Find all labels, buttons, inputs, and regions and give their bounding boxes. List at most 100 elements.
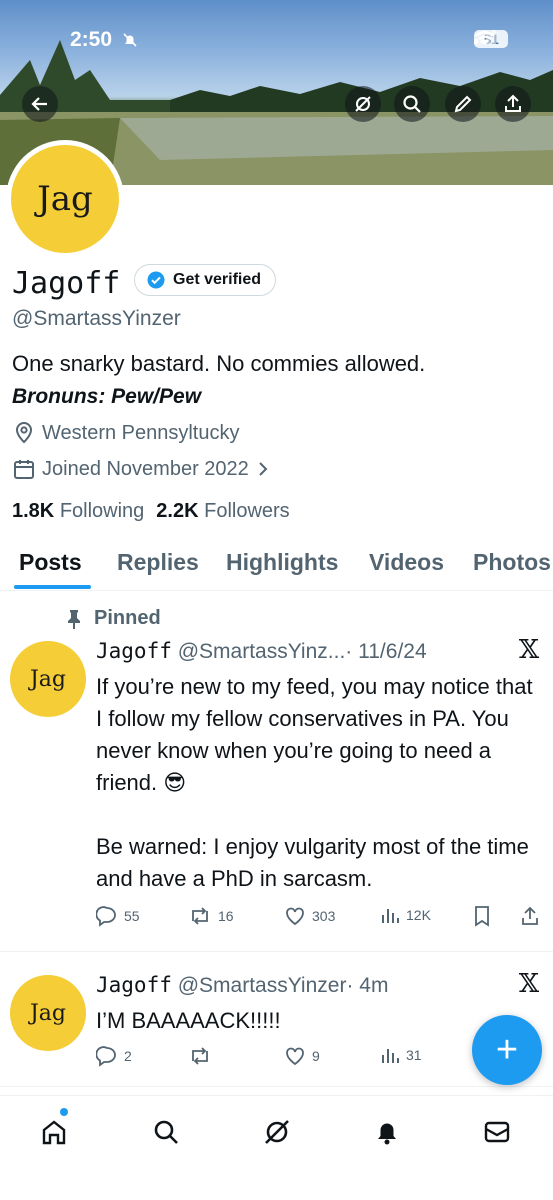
verified-badge-icon: [147, 271, 165, 289]
views-button[interactable]: 31: [380, 1045, 422, 1065]
nav-notifications[interactable]: [367, 1112, 407, 1152]
like-count: 303: [312, 908, 336, 924]
home-icon: [42, 1120, 66, 1145]
edit-button[interactable]: [445, 86, 481, 122]
views-count: 12K: [406, 907, 431, 923]
post-time: · 4m: [346, 974, 389, 997]
calendar-icon: [14, 460, 34, 479]
tab-highlights[interactable]: Highlights: [226, 549, 338, 576]
back-button[interactable]: [22, 86, 58, 122]
get-verified-button[interactable]: Get verified: [134, 264, 277, 296]
profile-location: Western Pennsyltucky: [12, 421, 240, 445]
status-time: 2:50: [70, 28, 113, 51]
following-link[interactable]: 1.8K Following: [12, 500, 144, 523]
profile-pronouns: Bronuns: Pew/Pew: [12, 385, 202, 408]
following-count: 1.8K: [12, 500, 55, 522]
post-text: If you’re new to my feed, you may notice…: [96, 674, 533, 891]
views-chart-icon: [382, 909, 399, 923]
post-avatar[interactable]: Jag: [10, 641, 86, 717]
profile-name: Jagoff: [12, 266, 121, 301]
bell-icon: [378, 1123, 396, 1145]
like-count: 9: [312, 1048, 320, 1064]
share-icon: [522, 906, 538, 925]
follow-stats: 1.8K Following 2.2K Followers: [12, 500, 290, 523]
search-icon: [403, 95, 421, 113]
profile-avatar[interactable]: Jag: [6, 140, 124, 258]
nav-messages[interactable]: [477, 1112, 517, 1152]
plus-icon: +: [495, 1028, 519, 1071]
wifi-icon: [475, 31, 495, 45]
post-header: Jagoff @SmartassYinz...· 11/6/24: [96, 639, 427, 664]
tab-photos[interactable]: Photos: [473, 549, 551, 576]
reply-count: 2: [124, 1048, 132, 1064]
post-author-name[interactable]: Jagoff: [96, 973, 172, 997]
following-label: Following: [59, 500, 145, 522]
profile-handle: @SmartassYinzer: [12, 307, 181, 330]
post-item[interactable]: Jag Jagoff @SmartassYinzer· 4m 𝕏 I’M BAA…: [0, 953, 553, 1087]
compose-post-button[interactable]: +: [472, 1015, 542, 1085]
back-arrow-icon: [31, 97, 47, 111]
avatar-initials: Jag: [11, 145, 119, 253]
status-bar: 2:50 81: [0, 22, 553, 62]
repost-button[interactable]: 16: [188, 905, 234, 927]
tab-posts[interactable]: Posts: [19, 549, 82, 576]
search-button[interactable]: [394, 86, 430, 122]
nav-search[interactable]: [146, 1112, 186, 1152]
location-text: Western Pennsyltucky: [42, 421, 240, 444]
tab-replies[interactable]: Replies: [117, 549, 199, 576]
like-button[interactable]: 303: [284, 905, 335, 927]
active-tab-indicator: [14, 585, 91, 589]
followers-link[interactable]: 2.2K Followers: [156, 500, 289, 523]
profile-joined[interactable]: Joined November 2022: [12, 457, 271, 481]
repost-icon: [192, 1047, 208, 1065]
like-button[interactable]: 9: [284, 1045, 320, 1067]
share-button[interactable]: [495, 86, 531, 122]
repost-button[interactable]: [188, 1045, 218, 1067]
bookmark-icon: [475, 906, 489, 927]
reply-button[interactable]: 55: [96, 905, 140, 927]
grok-button[interactable]: [345, 86, 381, 122]
notification-dot: [60, 1108, 68, 1116]
followers-count: 2.2K: [156, 500, 199, 522]
views-chart-icon: [382, 1049, 399, 1063]
share-icon: [505, 94, 521, 112]
x-logo-icon[interactable]: 𝕏: [519, 635, 539, 665]
pin-icon: [68, 609, 80, 629]
search-icon: [154, 1120, 178, 1144]
grok-icon: [265, 1120, 289, 1144]
joined-text: Joined November 2022: [42, 457, 249, 480]
chevron-right-icon: [259, 462, 268, 476]
views-count: 31: [406, 1047, 422, 1063]
bookmark-button[interactable]: [472, 905, 492, 927]
tab-videos[interactable]: Videos: [369, 549, 444, 576]
post-header: Jagoff @SmartassYinzer· 4m: [96, 973, 388, 998]
post-item[interactable]: Pinned Jag Jagoff @SmartassYinz...· 11/6…: [0, 591, 553, 952]
nav-home[interactable]: [34, 1112, 74, 1152]
mail-icon: [484, 1121, 510, 1143]
repost-icon: [192, 907, 208, 925]
followers-label: Followers: [204, 500, 290, 522]
grok-icon: [355, 96, 371, 112]
x-logo-icon[interactable]: 𝕏: [519, 969, 539, 999]
heart-icon: [286, 907, 304, 926]
bottom-navigation: [0, 1095, 553, 1200]
pinned-label: Pinned: [94, 607, 161, 629]
post-author-name[interactable]: Jagoff: [96, 639, 172, 663]
post-time: · 11/6/24: [345, 640, 427, 663]
reply-icon: [96, 906, 116, 927]
reply-icon: [96, 1046, 116, 1067]
profile-bio: One snarky bastard. No commies allowed.: [12, 351, 426, 376]
repost-count: 16: [218, 908, 234, 924]
pinned-indicator: Pinned: [64, 607, 161, 630]
views-button[interactable]: 12K: [380, 905, 431, 925]
post-share-button[interactable]: [520, 905, 540, 927]
pencil-icon: [454, 95, 472, 113]
post-actions: 55 16 303 12K: [96, 905, 544, 929]
heart-icon: [286, 1047, 304, 1066]
nav-grok[interactable]: [257, 1112, 297, 1152]
profile-tabs: Posts Replies Highlights Videos Photos: [0, 543, 553, 591]
reply-button[interactable]: 2: [96, 1045, 132, 1067]
post-avatar[interactable]: Jag: [10, 975, 86, 1051]
post-author-handle: @SmartassYinz...: [177, 640, 346, 663]
reply-count: 55: [124, 908, 140, 924]
